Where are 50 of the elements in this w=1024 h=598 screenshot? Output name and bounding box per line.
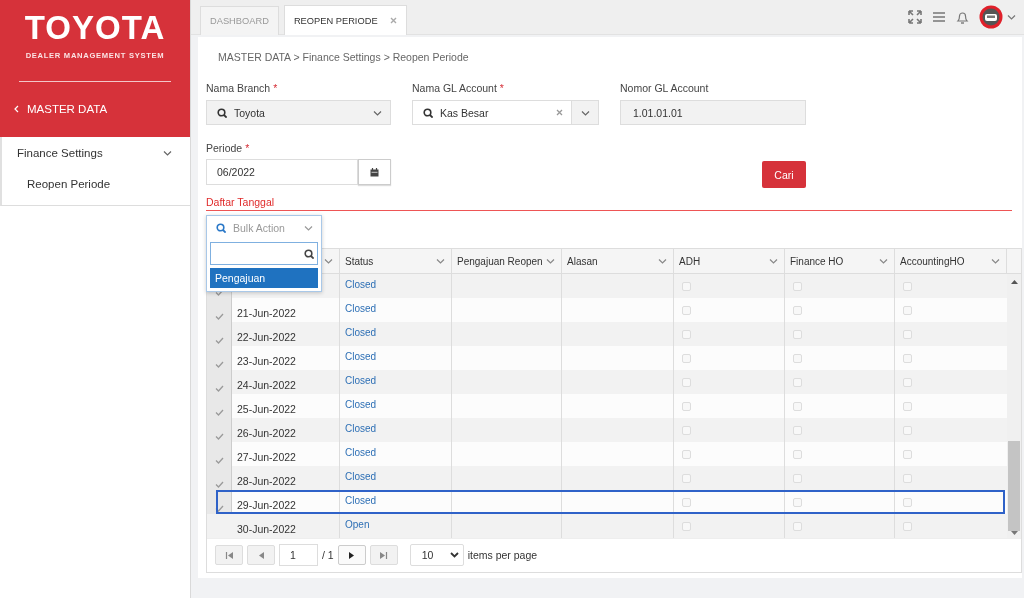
status-link[interactable]: Closed	[345, 351, 377, 362]
status-link[interactable]: Open	[345, 519, 370, 530]
section-title: Daftar Tanggal	[206, 195, 1012, 211]
field-label: Nama Branch *	[206, 81, 279, 95]
table-cell: 23-Jun-2022	[237, 355, 296, 367]
status-link[interactable]: Closed	[345, 303, 377, 314]
field-label: Periode *	[206, 141, 251, 155]
dropdown-option[interactable]: Pengajuan	[210, 268, 318, 288]
status-link[interactable]: Closed	[345, 399, 377, 410]
status-link[interactable]: Closed	[345, 279, 377, 290]
bulk-action-dropdown[interactable]: Bulk Action Pengajuan	[206, 215, 322, 292]
column-header[interactable]: Alasan	[562, 249, 674, 273]
table-cell: 29-Jun-2022	[237, 499, 296, 511]
bulk-action-select[interactable]: Bulk Action	[210, 216, 318, 240]
menu-item[interactable]: Finance Settings	[2, 137, 190, 169]
page-size-select[interactable]: 10	[409, 544, 464, 566]
readonly-field: 1.01.01.01	[620, 100, 806, 125]
status-link[interactable]: Closed	[345, 495, 377, 506]
status-link[interactable]: Closed	[345, 471, 377, 482]
column-header[interactable]: Status	[340, 249, 452, 273]
pager-label: items per page	[467, 549, 538, 561]
table-cell: 28-Jun-2022	[237, 475, 296, 487]
table-cell: 21-Jun-2022	[237, 307, 296, 319]
page-total: / 1	[322, 549, 334, 561]
column-header[interactable]: ADH	[674, 249, 785, 273]
table-cell: 30-Jun-2022	[237, 523, 296, 535]
column-header[interactable]: Finance HO	[785, 249, 895, 273]
column-header[interactable]: AccountingHO	[895, 249, 1007, 273]
breadcrumb: MASTER DATA > Finance Settings > Reopen Periode	[218, 50, 470, 65]
table-cell: 25-Jun-2022	[237, 403, 296, 415]
table-cell: 22-Jun-2022	[237, 331, 296, 343]
date-field[interactable]: 06/2022	[206, 159, 358, 185]
back-link[interactable]: MASTER DATA	[0, 103, 190, 115]
table-cell: 24-Jun-2022	[237, 379, 296, 391]
tab[interactable]: REOPEN PERIODE	[283, 5, 407, 35]
field-label: Nomor GL Account	[620, 81, 710, 95]
status-link[interactable]: Closed	[345, 375, 377, 386]
search-button[interactable]: Cari	[762, 161, 806, 188]
table-cell: 27-Jun-2022	[237, 451, 296, 463]
combo-field[interactable]: Kas Besar	[412, 100, 599, 125]
brand-logo: TOYOTA	[24, 9, 166, 47]
select-field[interactable]: Toyota	[206, 100, 391, 125]
submenu-item[interactable]: Reopen Periode	[2, 169, 190, 199]
status-link[interactable]: Closed	[345, 447, 377, 458]
column-header[interactable]: Pengajuan Reopen	[452, 249, 562, 273]
status-link[interactable]: Closed	[345, 423, 377, 434]
page-field[interactable]: 1	[279, 544, 318, 566]
table-cell: 26-Jun-2022	[237, 427, 296, 439]
status-link[interactable]: Closed	[345, 327, 377, 338]
field-label: Nama GL Account *	[412, 81, 505, 95]
